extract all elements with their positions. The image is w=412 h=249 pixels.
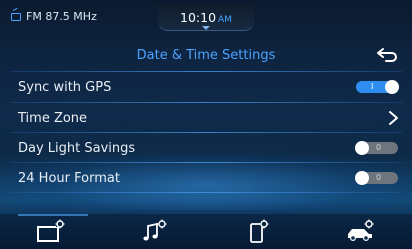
toggle-knob (355, 171, 369, 185)
clock: 10:10 AM (158, 10, 254, 25)
clock-tab[interactable]: 10:10 AM (158, 4, 254, 31)
clock-time: 10:10 (180, 10, 217, 25)
setting-label: Day Light Savings (18, 141, 136, 156)
setting-label: Time Zone (18, 111, 88, 126)
page-title: Date & Time Settings (136, 48, 276, 63)
nav-active-indicator (18, 214, 88, 216)
music-icon (142, 219, 166, 241)
radio-screen-icon (36, 219, 64, 242)
chevron-down-icon (202, 26, 210, 30)
car-settings-icon (347, 219, 373, 242)
bottom-nav (0, 214, 412, 249)
nav-item-car[interactable] (309, 214, 412, 249)
setting-row-day-light-savings[interactable]: Day Light Savings 0 (0, 133, 412, 163)
nav-item-music[interactable] (103, 214, 206, 249)
toggle-text: 0 (376, 143, 382, 152)
title-bar: Date & Time Settings (0, 41, 412, 67)
back-arrow-icon[interactable] (375, 47, 399, 63)
radio-indicator[interactable]: FM 87.5 MHz (11, 10, 97, 23)
setting-row-time-zone[interactable]: Time Zone (0, 103, 412, 133)
24-hour-format-toggle[interactable]: 0 (355, 171, 398, 185)
nav-item-phone[interactable] (206, 214, 309, 249)
head-unit-screen: FM 87.5 MHz 10:10 AM Date & Time Settings… (0, 0, 412, 249)
setting-row-24-hour-format[interactable]: 24 Hour Format 0 (0, 163, 412, 193)
radio-label: FM 87.5 MHz (26, 10, 97, 23)
setting-label: Sync with GPS (18, 80, 112, 95)
clock-ampm: AM (218, 15, 232, 25)
setting-row-sync-gps[interactable]: Sync with GPS I (0, 72, 412, 102)
status-bar: FM 87.5 MHz 10:10 AM (0, 0, 412, 31)
setting-label: 24 Hour Format (18, 171, 120, 186)
toggle-knob (385, 80, 399, 94)
toggle-knob (355, 141, 369, 155)
toggle-text: 0 (376, 173, 382, 182)
chevron-right-icon[interactable] (386, 110, 400, 126)
divider (10, 192, 402, 193)
sync-gps-toggle[interactable]: I (356, 80, 399, 94)
radio-icon (11, 12, 21, 21)
toggle-text: I (371, 82, 374, 91)
phone-icon (249, 219, 268, 243)
day-light-savings-toggle[interactable]: 0 (355, 141, 398, 155)
nav-item-radio[interactable] (0, 214, 103, 249)
